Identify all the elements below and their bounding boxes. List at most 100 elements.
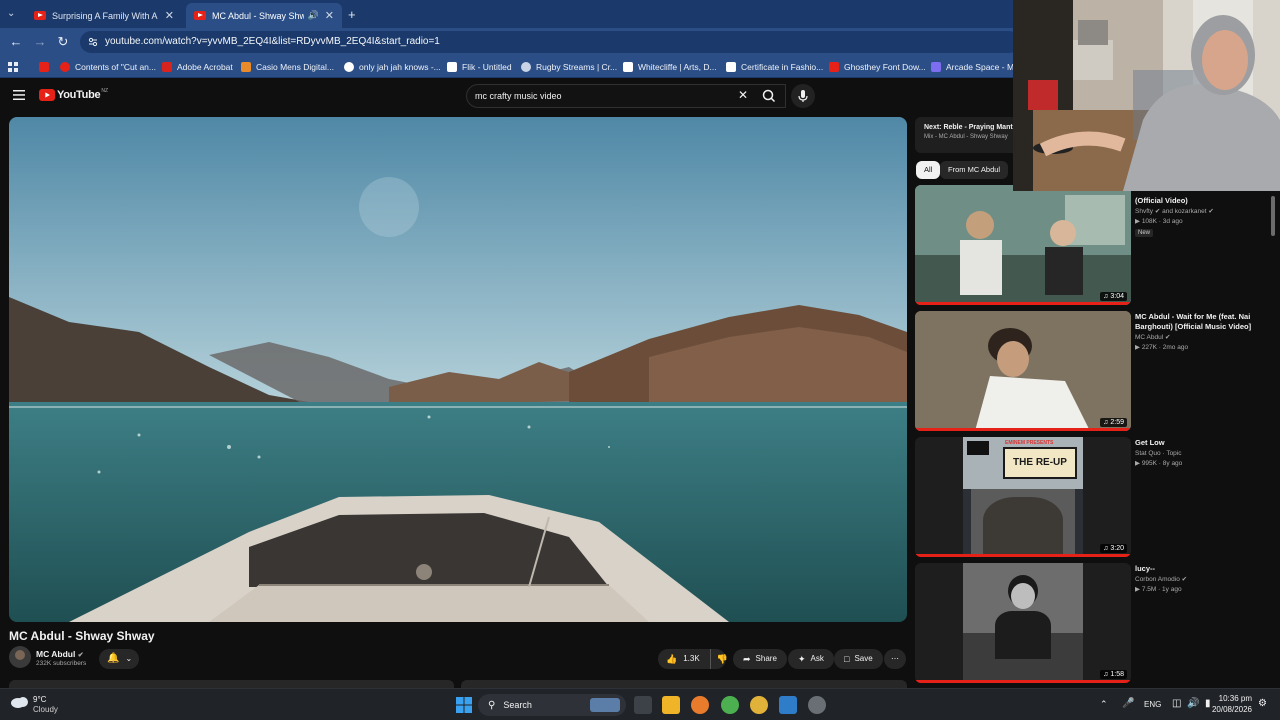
recommendation-thumbnail[interactable]: EMINEM PRESENTS THE RE-UP ♫ 3:20 — [915, 437, 1131, 557]
browser-tab-active[interactable]: MC Abdul - Shway Shway 🔊 ✕ — [186, 3, 342, 28]
weather-temperature[interactable]: 9°C — [33, 695, 46, 704]
search-button[interactable] — [755, 84, 785, 108]
album-art: EMINEM PRESENTS THE RE-UP — [963, 437, 1083, 555]
channel-name[interactable]: MC Abdul ✔ — [36, 649, 84, 659]
chrome-icon[interactable] — [750, 696, 768, 714]
browser-tab[interactable]: Surprising A Family With A Car ✕ — [26, 3, 182, 28]
back-arrow-icon[interactable]: ← — [8, 34, 24, 50]
bookmark-label: Casio Mens Digital... — [256, 62, 334, 72]
like-dislike-group: 👍 1.3K 👎 — [658, 649, 728, 669]
like-count[interactable]: 1.3K — [683, 649, 699, 669]
microphone-icon[interactable]: 🎤 — [1122, 698, 1134, 709]
channel-avatar[interactable] — [9, 646, 31, 668]
volume-icon[interactable]: 🔊 — [1187, 698, 1199, 709]
show-hidden-icons-chevron-icon[interactable]: ⌃ — [1100, 699, 1108, 710]
recommendation-title[interactable]: (Official Video) — [1135, 196, 1260, 206]
close-tab-icon[interactable]: ✕ — [325, 9, 334, 22]
recommendation-title[interactable]: MC Abdul - Wait for Me (feat. Nai Bargho… — [1135, 312, 1260, 332]
notifications-icon[interactable]: ⚙ — [1258, 698, 1267, 709]
url-text: youtube.com/watch?v=yvvMB_2EQ4I&list=RDy… — [105, 36, 440, 47]
weather-cloud-icon[interactable] — [10, 695, 30, 709]
rugby-icon — [521, 62, 531, 72]
tab-title: Surprising A Family With A Car — [52, 10, 159, 21]
share-button[interactable]: ➦ Share — [733, 649, 787, 669]
verified-check-icon: ✔ — [77, 652, 84, 659]
clear-search-icon[interactable]: ✕ — [738, 88, 748, 102]
recommendation-title[interactable]: lucy-- — [1135, 564, 1260, 574]
album-art-title: THE RE-UP — [1003, 447, 1077, 479]
app-icon[interactable] — [808, 696, 826, 714]
language-indicator[interactable]: ENG — [1144, 700, 1161, 709]
weather-condition[interactable]: Cloudy — [33, 705, 58, 714]
file-explorer-icon[interactable] — [662, 696, 680, 714]
webcam-overlay — [1013, 0, 1280, 191]
recommendation-channel[interactable]: Stat Quo · Topic — [1135, 449, 1265, 459]
save-button[interactable]: □ Save — [834, 649, 883, 669]
watched-progress-bar — [915, 428, 1131, 431]
duration-badge: ♫ 2:59 — [1100, 418, 1127, 427]
bookmark-favicon-icon — [60, 62, 70, 72]
apps-grid-icon[interactable] — [8, 60, 18, 74]
recommendation-thumbnail[interactable]: ♫ 3:04 — [915, 185, 1131, 305]
reload-icon[interactable]: ↻ — [55, 34, 71, 50]
bookmark-item[interactable]: Whitecliffe | Arts, D... — [623, 60, 717, 74]
youtube-icon — [39, 62, 49, 72]
bookmark-item[interactable]: Ghosthey Font Dow... — [829, 60, 926, 74]
amazon-icon — [241, 62, 251, 72]
chevron-down-icon: ⌄ — [125, 654, 133, 663]
chip-from-channel[interactable]: From MC Abdul — [940, 161, 1009, 179]
clock-time[interactable]: 10:36 pm — [1212, 694, 1252, 703]
ask-button[interactable]: ✦ Ask — [788, 649, 834, 669]
new-tab-button[interactable]: + — [348, 7, 356, 22]
bookmark-item[interactable]: only jah jah knows -... — [344, 60, 441, 74]
recommendation-channel[interactable]: Shvfty ✔ and kozarkanet ✔ — [1135, 207, 1265, 217]
tab-search-chevron-icon[interactable]: ⌄ — [7, 8, 15, 19]
app-icon[interactable] — [779, 696, 797, 714]
bookmark-item[interactable]: Arcade Space - Ma — [931, 60, 1019, 74]
webcam-image — [1013, 0, 1280, 191]
audio-playing-icon[interactable]: 🔊 — [308, 10, 319, 21]
youtube-favicon-icon — [194, 11, 206, 20]
recommendation-thumbnail[interactable]: ♫ 2:59 — [915, 311, 1131, 431]
thumbs-up-icon[interactable]: 👍 — [666, 649, 677, 669]
task-view-icon[interactable] — [634, 696, 652, 714]
chip-all[interactable]: All — [916, 161, 941, 179]
recommendation-thumbnail[interactable]: ♫ 1:58 — [915, 563, 1131, 683]
voice-search-button[interactable] — [791, 84, 815, 108]
windows-start-icon[interactable] — [455, 696, 473, 714]
close-tab-icon[interactable]: ✕ — [165, 9, 174, 22]
bookmark-item[interactable]: Adobe Acrobat — [162, 60, 233, 74]
bookmark-item[interactable]: Contents of "Cut an... — [60, 60, 156, 74]
bookmark-item[interactable]: Flik - Untitled — [447, 60, 512, 74]
up-next-card[interactable]: Next: Reble - Praying Manti Mix - MC Abd… — [915, 117, 1015, 153]
bookmark-item[interactable]: Rugby Streams | Cr... — [521, 60, 617, 74]
menu-hamburger-icon[interactable] — [13, 90, 25, 100]
bookmark-item[interactable]: Casio Mens Digital... — [241, 60, 334, 74]
bookmark-label: Rugby Streams | Cr... — [536, 62, 618, 72]
site-info-icon[interactable] — [88, 37, 98, 47]
watched-progress-bar — [915, 680, 1131, 683]
recommendation-title[interactable]: Get Low — [1135, 438, 1260, 448]
app-icon[interactable] — [691, 696, 709, 714]
clock-date[interactable]: 20/08/2026 — [1206, 705, 1252, 714]
thumbnail-image — [963, 563, 1083, 683]
youtube-logo[interactable]: YouTube NZ — [39, 88, 108, 101]
more-actions-icon[interactable]: ⋯ — [884, 649, 906, 669]
network-icon[interactable]: ◫ — [1172, 698, 1181, 709]
recommendation-channel[interactable]: Corbon Amodio ✔ — [1135, 575, 1265, 585]
video-player[interactable] — [9, 117, 907, 622]
address-bar[interactable]: youtube.com/watch?v=yvvMB_2EQ4I&list=RDy… — [80, 31, 1020, 53]
thumbs-down-icon[interactable]: 👎 — [709, 649, 728, 669]
taskbar-search-box[interactable]: ⚲ Search — [478, 694, 626, 716]
recommendation-channel[interactable]: MC Abdul ✔ — [1135, 333, 1265, 343]
bookmark-icon: □ — [844, 654, 850, 664]
page-scrollbar[interactable] — [1271, 192, 1277, 682]
bookmark-item[interactable]: Certificate in Fashio... — [726, 60, 823, 74]
bookmark-youtube[interactable] — [39, 60, 54, 74]
share-icon: ➦ — [743, 654, 751, 664]
forward-arrow-icon[interactable]: → — [32, 34, 48, 50]
save-label: Save — [854, 654, 873, 663]
chrome-icon[interactable] — [721, 696, 739, 714]
duration-badge: ♫ 3:20 — [1100, 544, 1127, 553]
notifications-bell-button[interactable]: 🔔 ⌄ — [99, 649, 139, 669]
